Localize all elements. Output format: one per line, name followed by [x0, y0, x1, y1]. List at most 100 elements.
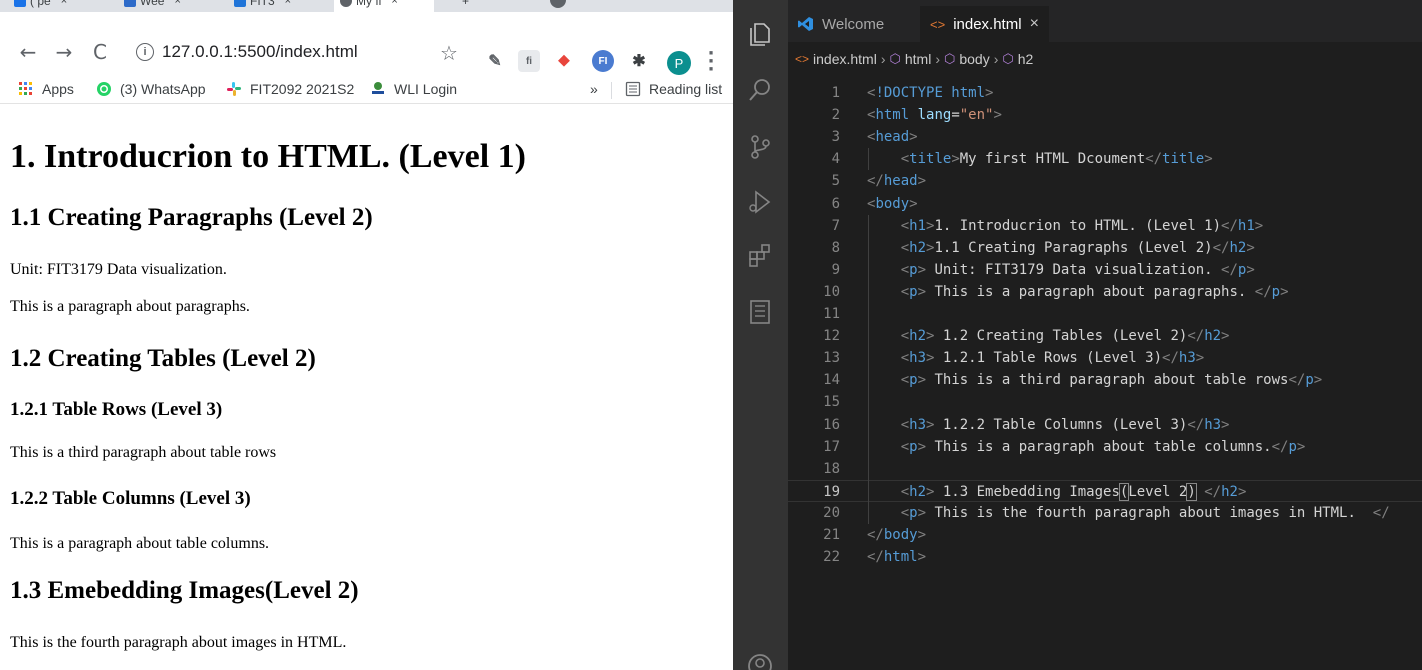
breadcrumb-item[interactable]: h2 [1018, 51, 1034, 67]
code-token: !DOCTYPE [875, 85, 952, 101]
code-token: < [900, 217, 910, 234]
bookmark-whatsapp[interactable]: (3) WhatsApp [96, 81, 206, 97]
account-icon[interactable] [746, 652, 774, 670]
browser-menu-icon[interactable]: · · · [706, 45, 716, 79]
code-token: 1.2.1 Table Rows (Level 3) [934, 350, 1163, 367]
code-line[interactable]: 19 <h2> 1.3 Emebedding Images(Level 2) <… [788, 479, 1422, 502]
code-line[interactable]: 9 <p> Unit: FIT3179 Data visualization. … [788, 259, 1422, 281]
code-token: = [951, 107, 960, 124]
editor-tabs-bar: Welcome <> index.html × [788, 0, 1422, 42]
code-token: > [917, 549, 927, 566]
breadcrumb-item[interactable]: html [905, 51, 931, 67]
browser-tab[interactable]: Wee × [118, 0, 181, 12]
code-token: body [875, 195, 910, 212]
tab-close-icon[interactable]: × [285, 0, 291, 7]
profile-avatar[interactable]: P [667, 51, 691, 75]
code-line[interactable]: 4 <title>My first HTML Dcoument</title> [788, 148, 1422, 170]
code-text: <h3> 1.2.1 Table Rows (Level 3)</h3> [867, 347, 1204, 369]
translate-extension-icon[interactable]: fi [518, 50, 540, 72]
code-line[interactable]: 16 <h3> 1.2.2 Table Columns (Level 3)</h… [788, 414, 1422, 436]
line-number: 15 [823, 394, 840, 411]
vscode-window: Welcome <> index.html × <> index.html › … [733, 0, 1422, 670]
puzzle-extensions-icon[interactable]: ✱ [628, 50, 650, 72]
bookmarks-overflow-button[interactable]: » [590, 81, 598, 97]
line-number: 4 [831, 151, 840, 168]
code-token: p [909, 438, 918, 455]
code-token: h3 [1204, 416, 1222, 433]
forward-arrow-icon[interactable]: → [52, 40, 76, 64]
new-tab-button[interactable]: + [456, 0, 469, 12]
code-line[interactable]: 5 </head> [788, 170, 1422, 192]
code-line[interactable]: 6 <body> [788, 193, 1422, 215]
code-token: title [909, 151, 952, 168]
slack-icon [226, 81, 242, 97]
browser-tab-active[interactable]: My fi × [334, 0, 434, 12]
code-line[interactable]: 3 <head> [788, 126, 1422, 148]
code-line[interactable]: 13 <h3> 1.2.1 Table Rows (Level 3)</h3> [788, 347, 1422, 369]
source-control-icon[interactable] [746, 133, 774, 161]
plus-icon: + [462, 0, 470, 8]
fi-extension-icon[interactable]: FI [592, 50, 614, 72]
code-token: < [900, 504, 910, 521]
code-line[interactable]: 15 [788, 391, 1422, 413]
rendered-page: 1. Introducrion to HTML. (Level 1) 1.1 C… [0, 105, 733, 670]
code-token: < [900, 483, 910, 500]
code-line[interactable]: 18 [788, 458, 1422, 480]
code-token: > [909, 129, 918, 146]
code-text: <h1>1. Introducrion to HTML. (Level 1)</… [867, 215, 1263, 237]
notebook-icon[interactable] [746, 298, 774, 326]
flow-extension-icon[interactable]: ⬥ [553, 50, 575, 72]
search-icon[interactable] [746, 76, 774, 104]
tab-welcome[interactable]: Welcome [798, 6, 884, 42]
code-line[interactable]: 1 <!DOCTYPE html> [788, 82, 1422, 104]
code-line[interactable]: 20 <p> This is the fourth paragraph abou… [788, 502, 1422, 524]
chevron-right-icon: › [880, 51, 886, 67]
code-token: head [875, 129, 910, 146]
code-token: </ [1221, 217, 1238, 234]
code-token: h3 [909, 350, 927, 367]
code-token: This is the fourth paragraph about image… [926, 504, 1373, 521]
code-editor[interactable]: 1 <!DOCTYPE html> 2 <html lang="en"> 3 <head>… [788, 71, 1422, 670]
reload-icon[interactable]: C [88, 40, 112, 64]
bookmark-star-icon[interactable]: ☆ [440, 41, 458, 65]
code-line[interactable]: 17 <p> This is a paragraph about table c… [788, 436, 1422, 458]
bookmark-wli-login[interactable]: WLI Login [370, 81, 457, 97]
code-line[interactable]: 21 </body> [788, 524, 1422, 546]
tab-index-html[interactable]: <> index.html × [920, 6, 1049, 42]
code-token: html [951, 85, 986, 101]
back-arrow-icon[interactable]: ← [16, 40, 40, 64]
explorer-files-icon[interactable] [746, 20, 774, 48]
code-line[interactable]: 8 <h2>1.1 Creating Paragraphs (Level 2)<… [788, 237, 1422, 259]
code-line[interactable]: 2 <html lang="en"> [788, 104, 1422, 126]
code-text: <p> Unit: FIT3179 Data visualization. </… [867, 259, 1255, 281]
code-line[interactable]: 7 <h1>1. Introducrion to HTML. (Level 1)… [788, 215, 1422, 237]
code-token: > [1246, 239, 1255, 256]
bookmark-fit2092[interactable]: FIT2092 2021S2 [226, 81, 354, 97]
tab-search-icon[interactable] [550, 0, 566, 8]
code-text: <!DOCTYPE html> [867, 82, 993, 104]
browser-tab[interactable]: FIT3 × [228, 0, 291, 12]
code-token: h1 [909, 217, 927, 234]
breadcrumb-item[interactable]: body [959, 51, 989, 67]
bookmark-apps[interactable]: Apps [18, 81, 74, 97]
code-line[interactable]: 11 [788, 303, 1422, 325]
code-line[interactable]: 14 <p> This is a third paragraph about t… [788, 369, 1422, 391]
tab-close-icon[interactable]: × [391, 0, 397, 7]
code-token: 1.2 Creating Tables (Level 2) [934, 328, 1188, 345]
breadcrumb-item[interactable]: index.html [813, 51, 877, 67]
code-token: 1.3 Emebedding Images [934, 483, 1120, 500]
tab-close-icon[interactable]: × [174, 0, 180, 7]
code-text: <title>My first HTML Dcoument</title> [867, 148, 1213, 170]
code-line[interactable]: 22 </html> [788, 546, 1422, 568]
pen-extension-icon[interactable]: ✎ [484, 50, 506, 72]
tab-close-icon[interactable]: × [61, 0, 67, 7]
code-line[interactable]: 10 <p> This is a paragraph about paragra… [788, 281, 1422, 303]
browser-tab[interactable]: ( pe × [8, 0, 67, 12]
tab-close-icon[interactable]: × [1030, 15, 1039, 33]
code-line[interactable]: 12 <h2> 1.2 Creating Tables (Level 2)</h… [788, 325, 1422, 347]
run-debug-icon[interactable] [746, 188, 774, 216]
site-info-icon[interactable]: i [136, 43, 154, 61]
reading-list-button[interactable]: Reading list [625, 81, 722, 97]
extensions-icon[interactable] [746, 242, 774, 270]
address-bar[interactable]: i 127.0.0.1:5500/index.html [124, 39, 476, 65]
